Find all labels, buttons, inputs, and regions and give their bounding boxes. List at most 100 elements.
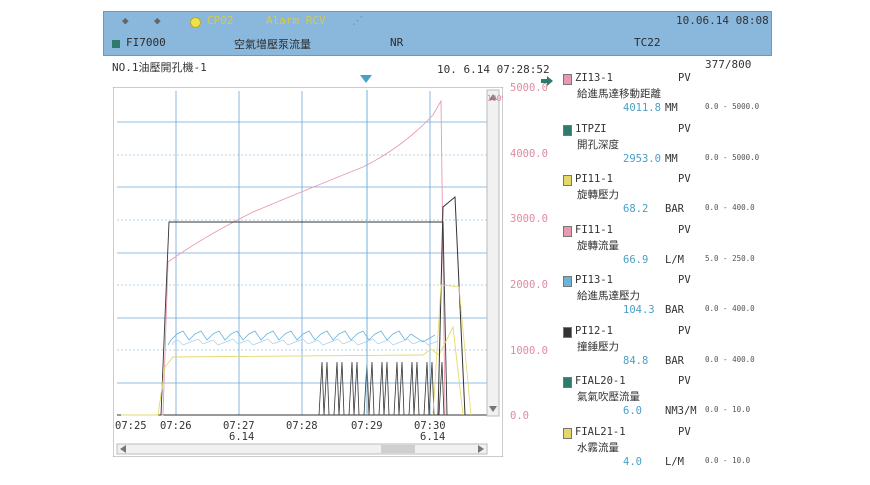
legend-item[interactable]: 1TPZI PV 開孔深度 2953.0 MM 0.0 - 5000.0 (563, 123, 773, 173)
status-lamp-icon (190, 17, 201, 28)
y-tick-label: 1000.0 (510, 345, 548, 357)
legend-desc: 水霧流量 (577, 441, 619, 454)
legend-value: 104.3 (623, 304, 655, 316)
pen-color-icon (563, 326, 572, 338)
pen-color-icon (563, 377, 572, 388)
legend-unit: L/M (665, 253, 684, 266)
datetime: 10.06.14 08:08 (676, 14, 769, 27)
legend-value: 4011.8 (623, 102, 661, 114)
legend-tag: FI11-1 (575, 223, 613, 236)
y-tick-label: 0.0 (510, 410, 529, 422)
horizontal-scrollbar[interactable] (116, 443, 488, 455)
legend-desc: 旋轉壓力 (577, 189, 619, 201)
x-tick-label: 07:28 (286, 420, 318, 432)
x-tick-label: 07:29 (351, 420, 383, 432)
legend-pv: PV (678, 122, 691, 135)
legend-desc: 給進馬達移動距離 (577, 88, 661, 100)
cursor-time: 10. 6.14 07:28:52 (437, 63, 550, 76)
legend-value: 68.2 (623, 203, 649, 215)
y-tick-label: 3000.0 (510, 213, 548, 225)
legend-pv: PV (678, 72, 691, 84)
legend-range: 0.0 - 10.0 (705, 405, 751, 414)
legend-range: 0.0 - 5000.0 (705, 152, 760, 162)
legend-unit: BAR (665, 203, 684, 215)
signal-icon: ⋰ (352, 14, 363, 27)
legend-desc: 開孔深度 (577, 138, 619, 151)
pen-color-icon (563, 124, 572, 136)
legend-item[interactable]: ZI13-1 PV 給進馬達移動距離 4011.8 MM 0.0 - 5000.0 (563, 72, 773, 122)
legend-desc: 氣氣吹壓流量 (577, 391, 640, 403)
legend-value: 6.0 (623, 405, 642, 417)
legend-pv: PV (678, 425, 691, 438)
x-date-label: 6.14 (229, 431, 254, 443)
legend-pv: PV (678, 223, 691, 236)
legend-tag: PI11-1 (575, 173, 613, 185)
legend-tag: PI12-1 (575, 324, 613, 337)
legend-unit: BAR (665, 354, 684, 367)
tag-row: FI7000 空氣增壓泵流量 NR TC22 (104, 36, 771, 54)
y-tick-label: 4000.0 (510, 148, 548, 160)
x-tick-label: 07:26 (160, 420, 192, 432)
legend-item[interactable]: FIAL21-1 PV 水霧流量 4.0 L/M 0.0 - 10.0 (563, 426, 773, 476)
legend-unit: L/M (665, 455, 684, 468)
menu-icon[interactable]: ◆ (122, 14, 129, 27)
legend-pv: PV (678, 324, 691, 337)
legend-range: 0.0 - 5000.0 (705, 102, 760, 111)
x-tick-label: 07:25 (115, 420, 147, 432)
legend-item[interactable]: PI13-1 PV 給進馬達壓力 104.3 BAR 0.0 - 400.0 (563, 274, 773, 324)
legend-item[interactable]: FIAL20-1 PV 氣氣吹壓流量 6.0 NM3/M 0.0 - 10.0 (563, 375, 773, 425)
cp-label: CP02 (207, 14, 234, 27)
legend-desc: 旋轉流量 (577, 239, 619, 252)
legend-unit: MM (665, 102, 678, 114)
alarm-icon[interactable]: ◆ (154, 14, 161, 27)
legend-pv: PV (678, 274, 691, 286)
legend-range: 5.0 - 250.0 (705, 253, 755, 263)
cursor-marker-icon[interactable] (359, 74, 373, 84)
trend-chart[interactable]: 07:25 07:26 07:27 07:28 07:29 07:306.14 6.14 1… (113, 87, 503, 457)
alarm-label[interactable]: Alarm RCV (266, 14, 326, 27)
legend-value: 66.9 (623, 253, 649, 266)
legend-pv: PV (678, 375, 691, 387)
scroll-thumb[interactable] (381, 445, 415, 453)
tag-color-icon (112, 40, 120, 48)
machine-title: NO.1油壓開孔機-1 (112, 61, 207, 74)
axis-unit-label: 100% (487, 94, 503, 103)
legend-tag: 1TPZI (575, 122, 607, 135)
legend-value: 4.0 (623, 455, 642, 468)
pen-color-icon (563, 175, 572, 186)
legend-range: 0.0 - 10.0 (705, 455, 751, 465)
y-tick-label: 2000.0 (510, 279, 548, 291)
legend-tag: FIAL20-1 (575, 375, 626, 387)
legend-item[interactable]: PI11-1 PV 旋轉壓力 68.2 BAR 0.0 - 400.0 (563, 173, 773, 223)
pen-color-icon (563, 276, 572, 287)
legend-tag: PI13-1 (575, 274, 613, 286)
legend-item[interactable]: FI11-1 PV 旋轉流量 66.9 L/M 5.0 - 250.0 (563, 224, 773, 274)
legend-desc: 撞錘壓力 (577, 340, 619, 353)
legend-tag: FIAL21-1 (575, 425, 626, 438)
pen-color-icon (563, 427, 572, 439)
legend-unit: BAR (665, 304, 684, 316)
title-bar: ◆ ◆ CP02 Alarm RCV ⋰ 10.06.14 08:08 FI70… (103, 11, 772, 56)
status-row: ◆ ◆ CP02 Alarm RCV ⋰ 10.06.14 08:08 (104, 14, 771, 32)
y-tick-label: 5000.0 (510, 82, 548, 94)
legend-desc: 給進馬達壓力 (577, 290, 640, 302)
tag-name[interactable]: FI7000 (126, 36, 166, 49)
legend-unit: MM (665, 152, 678, 165)
legend-range: 0.0 - 400.0 (705, 203, 755, 212)
legend-pv: PV (678, 173, 691, 185)
legend-value: 2953.0 (623, 152, 661, 165)
legend-value: 84.8 (623, 354, 649, 367)
pen-color-icon (563, 225, 572, 237)
legend-range: 0.0 - 400.0 (705, 304, 755, 313)
mode-label: NR (390, 36, 404, 49)
tc-label: TC22 (634, 36, 661, 49)
tag-description: 空氣增壓泵流量 (234, 38, 311, 51)
vertical-scrollbar[interactable] (486, 89, 500, 417)
pen-color-icon (563, 74, 572, 85)
page-count: 377/800 (705, 58, 752, 71)
legend-tag: ZI13-1 (575, 72, 613, 84)
legend-range: 0.0 - 400.0 (705, 354, 755, 364)
x-date-label: 6.14 (420, 431, 445, 443)
legend-item[interactable]: PI12-1 PV 撞錘壓力 84.8 BAR 0.0 - 400.0 (563, 325, 773, 375)
legend-unit: NM3/M (665, 405, 697, 417)
